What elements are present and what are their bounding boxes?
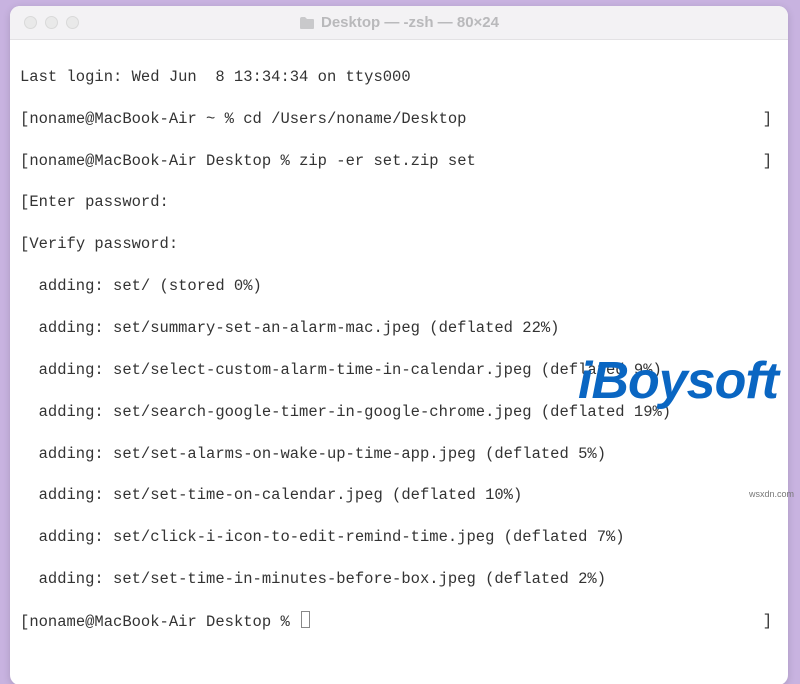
titlebar: Desktop — -zsh — 80×24 [10,6,788,40]
terminal-line: adding: set/summary-set-an-alarm-mac.jpe… [20,318,778,339]
folder-icon [299,16,315,30]
terminal-window: Desktop — -zsh — 80×24 Last login: Wed J… [10,6,788,684]
close-icon[interactable] [24,16,37,29]
terminal-line: adding: set/ (stored 0%) [20,276,778,297]
source-attribution: wsxdn.com [749,489,794,499]
window-title-text: Desktop — -zsh — 80×24 [321,14,499,31]
terminal-line: [Verify password: [20,234,778,255]
watermark-logo: iBoysoft [578,351,778,411]
terminal-line: Last login: Wed Jun 8 13:34:34 on ttys00… [20,67,778,88]
terminal-line: adding: set/set-alarms-on-wake-up-time-a… [20,444,778,465]
cursor-icon [301,611,310,628]
terminal-line: adding: set/set-time-in-minutes-before-b… [20,569,778,590]
terminal-line: adding: set/click-i-icon-to-edit-remind-… [20,527,778,548]
terminal-line: [Enter password: [20,192,778,213]
terminal-line: [noname@MacBook-Air Desktop % zip -er se… [20,151,778,172]
terminal-line: [noname@MacBook-Air ~ % cd /Users/noname… [20,109,778,130]
terminal-line: adding: set/set-time-on-calendar.jpeg (d… [20,485,778,506]
zoom-icon[interactable] [66,16,79,29]
minimize-icon[interactable] [45,16,58,29]
window-controls [10,16,79,29]
terminal-prompt[interactable]: [noname@MacBook-Air Desktop % ] [20,611,778,633]
window-title: Desktop — -zsh — 80×24 [10,14,788,31]
